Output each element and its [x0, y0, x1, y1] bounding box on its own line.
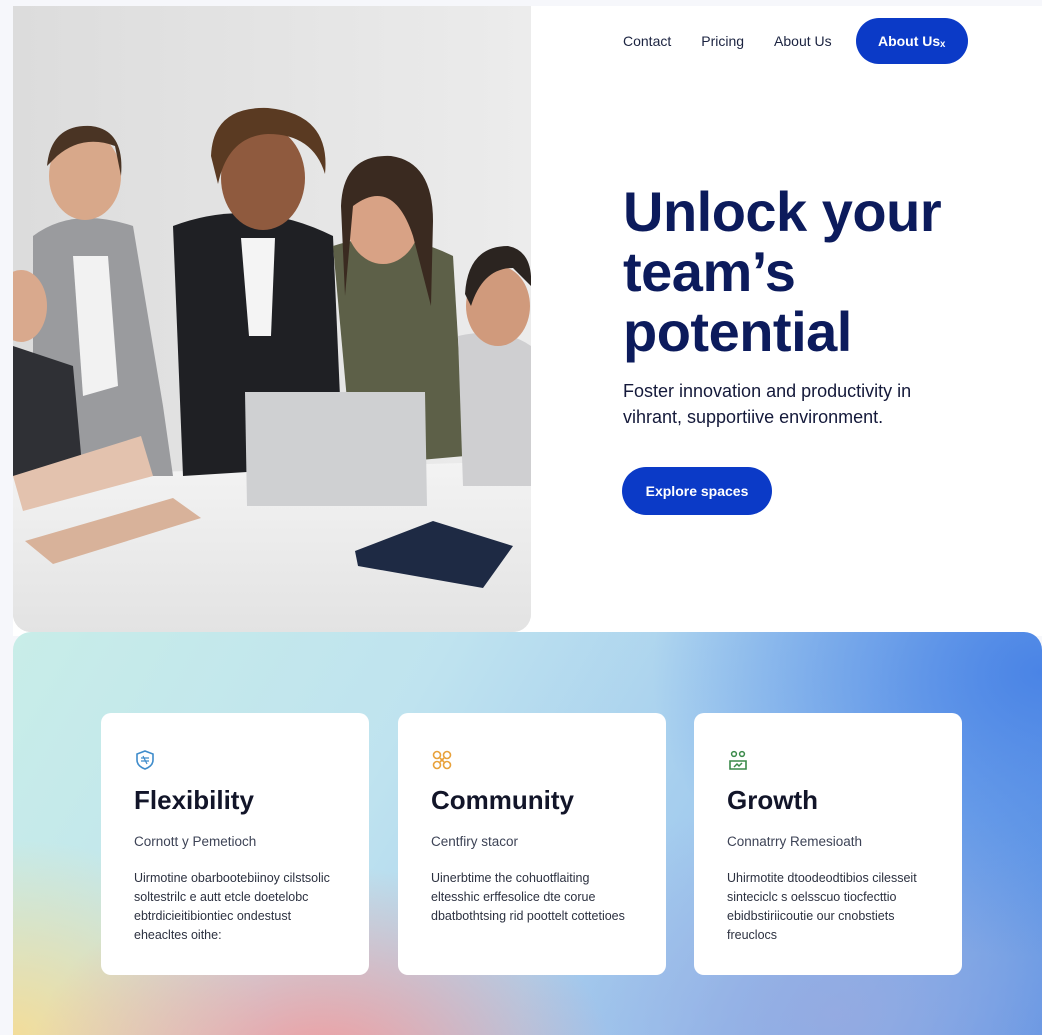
nav-link-pricing[interactable]: Pricing	[701, 33, 744, 49]
feature-card-flexibility: Flexibility Cornott y Pemetioch Uirmotin…	[101, 713, 369, 975]
hero-headline: Unlock your team’s potential	[623, 180, 942, 363]
feature-description: Uhirmotite dtoodeodtibios cilesseit sint…	[727, 871, 917, 942]
team-photo-illustration	[13, 6, 531, 632]
team-photo	[13, 6, 531, 632]
nav-link-about-us[interactable]: About Us	[774, 33, 832, 49]
hero-subtext: Foster innovation and productivity in vi…	[623, 381, 912, 427]
features-section: Flexibility Cornott y Pemetioch Uirmotin…	[13, 632, 1042, 1035]
growth-icon	[729, 750, 747, 770]
feature-title: Growth	[727, 785, 818, 815]
feature-subtitle: Centfiry stacor	[431, 834, 519, 849]
hero-section: Contact Pricing About Us About Usₓ Unloc…	[13, 6, 1042, 636]
feature-description: Uinerbtime the cohuotflaiting eltesshic …	[431, 871, 625, 923]
about-us-button[interactable]: About Usₓ	[855, 18, 968, 64]
feature-card-growth: Growth Connatrry Remesioath Uhirmotite d…	[694, 713, 962, 975]
feature-description: Uirmotine obarbootebiinoy cilstsolic sol…	[134, 871, 330, 942]
shield-icon	[136, 750, 154, 770]
nav-link-contact[interactable]: Contact	[623, 33, 671, 49]
feature-title: Flexibility	[134, 785, 254, 815]
community-icon	[432, 750, 452, 770]
feature-card-community: Community Centfiry stacor Uinerbtime the…	[398, 713, 666, 975]
top-navigation: Contact Pricing About Us About Usₓ	[623, 18, 968, 64]
feature-title: Community	[431, 785, 574, 815]
feature-subtitle: Cornott y Pemetioch	[134, 834, 257, 849]
feature-subtitle: Connatrry Remesioath	[727, 834, 863, 849]
explore-spaces-button[interactable]: Explore spaces	[622, 467, 772, 515]
